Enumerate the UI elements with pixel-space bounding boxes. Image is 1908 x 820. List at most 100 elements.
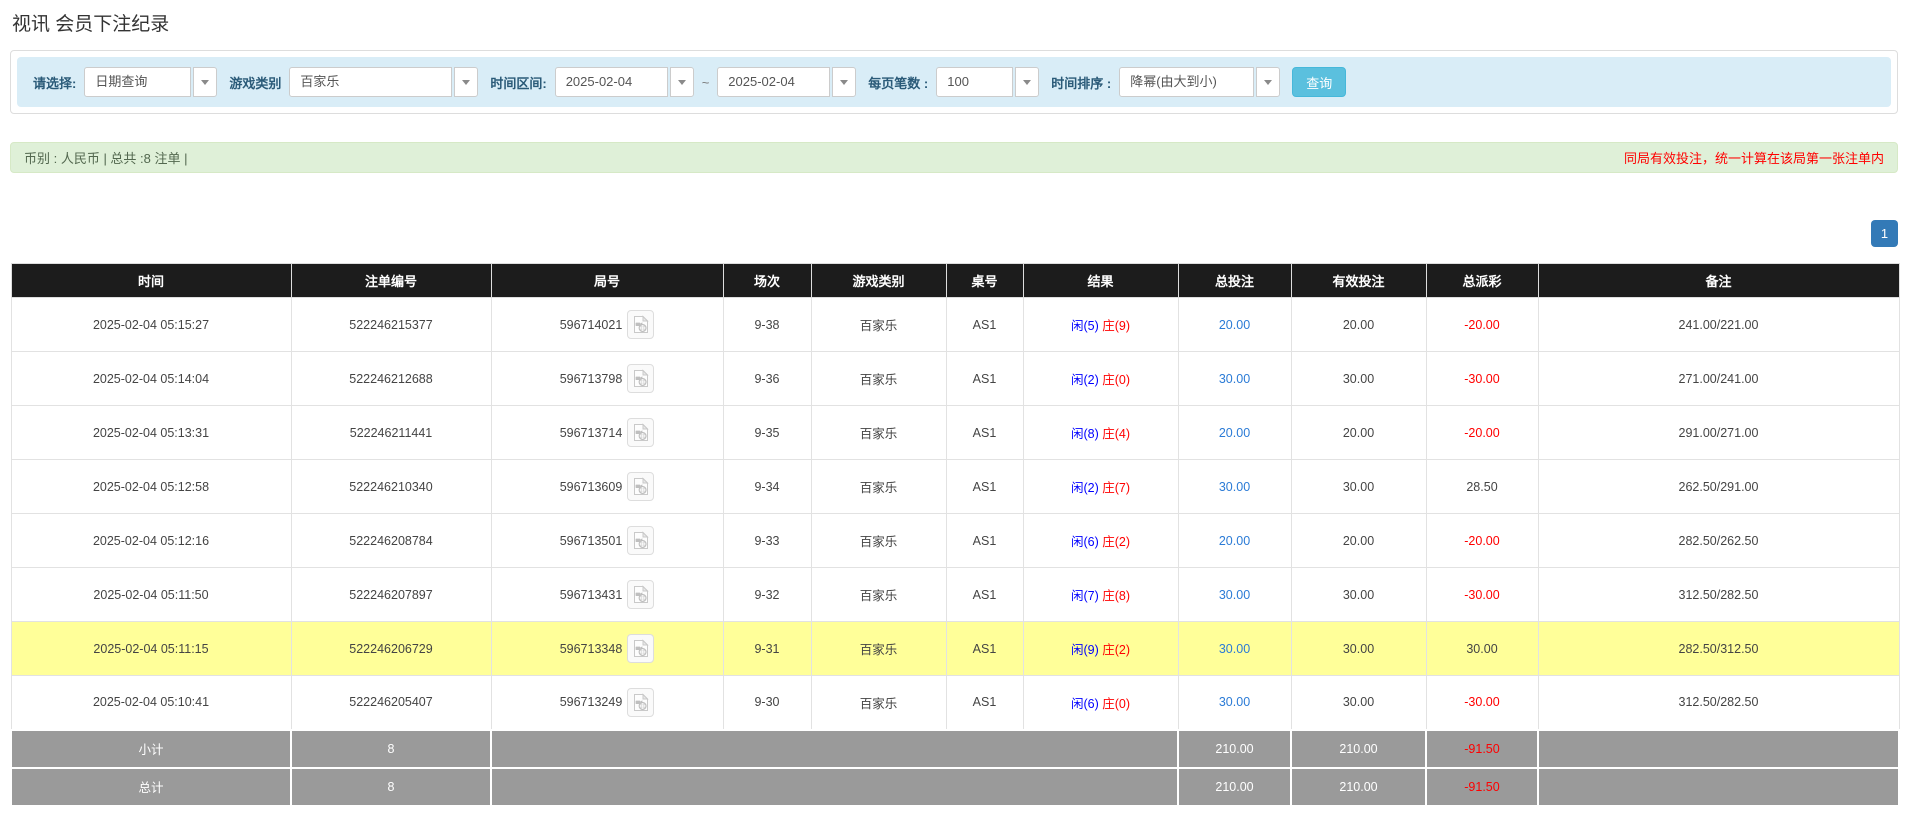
cell-total-bet[interactable]: 20.00 <box>1178 298 1291 352</box>
cell-result: 闲(7) 庄(8) <box>1023 568 1178 622</box>
table-row: 2025-02-04 05:12:58522246210340596713609… <box>11 460 1899 514</box>
time-range-label: 时间区间: <box>490 73 546 92</box>
cell-remark: 271.00/241.00 <box>1538 352 1899 406</box>
video-icon-button[interactable] <box>627 472 654 501</box>
header-total-bet: 总投注 <box>1178 264 1291 298</box>
table-row: 2025-02-04 05:11:50522246207897596713431… <box>11 568 1899 622</box>
cell-result: 闲(2) 庄(0) <box>1023 352 1178 406</box>
video-icon-button[interactable] <box>627 364 654 393</box>
chevron-down-icon[interactable] <box>1256 67 1280 97</box>
video-icon-button[interactable] <box>627 310 654 339</box>
table-row: 2025-02-04 05:14:04522246212688596713798… <box>11 352 1899 406</box>
cell-result: 闲(8) 庄(4) <box>1023 406 1178 460</box>
video-icon-button[interactable] <box>627 580 654 609</box>
cell-valid-bet: 30.00 <box>1291 568 1426 622</box>
cell-session: 9-30 <box>723 676 811 730</box>
date-from-select[interactable]: 2025-02-04 <box>555 67 694 97</box>
page-size-label: 每页笔数 : <box>868 73 928 92</box>
chevron-down-icon[interactable] <box>454 67 478 97</box>
date-to-select[interactable]: 2025-02-04 <box>717 67 856 97</box>
game-type-value[interactable]: 百家乐 <box>289 67 452 97</box>
query-type-select[interactable]: 日期查询 <box>84 67 217 97</box>
result-player: 闲(6) <box>1071 697 1099 711</box>
cell-valid-bet: 30.00 <box>1291 622 1426 676</box>
result-banker: 庄(2) <box>1102 535 1130 549</box>
video-file-icon <box>633 531 649 550</box>
result-player: 闲(5) <box>1071 319 1099 333</box>
header-time: 时间 <box>11 264 291 298</box>
cell-result: 闲(5) 庄(9) <box>1023 298 1178 352</box>
video-icon-button[interactable] <box>627 634 654 663</box>
cell-game-type: 百家乐 <box>811 676 946 730</box>
video-icon-button[interactable] <box>627 526 654 555</box>
cell-remark: 291.00/271.00 <box>1538 406 1899 460</box>
query-type-value[interactable]: 日期查询 <box>84 67 191 97</box>
cell-bet-id: 522246215377 <box>291 298 491 352</box>
cell-payout: -20.00 <box>1426 514 1538 568</box>
video-file-icon <box>633 369 649 388</box>
result-banker: 庄(0) <box>1102 697 1130 711</box>
total-payout: -91.50 <box>1426 768 1538 806</box>
cell-total-bet[interactable]: 30.00 <box>1178 352 1291 406</box>
header-remark: 备注 <box>1538 264 1899 298</box>
sort-order-value[interactable]: 降幂(由大到小) <box>1119 67 1254 97</box>
date-to-value[interactable]: 2025-02-04 <box>717 67 830 97</box>
game-type-select[interactable]: 百家乐 <box>289 67 478 97</box>
video-icon-button[interactable] <box>627 418 654 447</box>
pagination-page-1[interactable]: 1 <box>1871 220 1898 247</box>
cell-session: 9-36 <box>723 352 811 406</box>
cell-payout: -30.00 <box>1426 352 1538 406</box>
page-title: 视讯 会员下注纪录 <box>12 9 1898 36</box>
cell-table-no: AS1 <box>946 406 1023 460</box>
cell-game-type: 百家乐 <box>811 352 946 406</box>
cell-payout: 30.00 <box>1426 622 1538 676</box>
round-number: 596713501 <box>560 534 623 548</box>
cell-total-bet[interactable]: 20.00 <box>1178 514 1291 568</box>
cell-time: 2025-02-04 05:11:50 <box>11 568 291 622</box>
cell-result: 闲(9) 庄(2) <box>1023 622 1178 676</box>
round-number: 596713431 <box>560 588 623 602</box>
header-payout: 总派彩 <box>1426 264 1538 298</box>
cell-valid-bet: 30.00 <box>1291 460 1426 514</box>
search-button[interactable]: 查询 <box>1292 67 1346 97</box>
cell-bet-id: 522246208784 <box>291 514 491 568</box>
cell-session: 9-33 <box>723 514 811 568</box>
result-banker: 庄(8) <box>1102 589 1130 603</box>
sort-order-select[interactable]: 降幂(由大到小) <box>1119 67 1280 97</box>
cell-result: 闲(6) 庄(0) <box>1023 676 1178 730</box>
video-icon-button[interactable] <box>627 688 654 717</box>
cell-bet-id: 522246211441 <box>291 406 491 460</box>
cell-total-bet[interactable]: 20.00 <box>1178 406 1291 460</box>
page-size-select[interactable]: 100 <box>936 67 1039 97</box>
cell-total-bet[interactable]: 30.00 <box>1178 568 1291 622</box>
cell-total-bet[interactable]: 30.00 <box>1178 460 1291 514</box>
chevron-down-icon[interactable] <box>193 67 217 97</box>
cell-total-bet[interactable]: 30.00 <box>1178 622 1291 676</box>
cell-remark: 262.50/291.00 <box>1538 460 1899 514</box>
game-type-label: 游戏类别 <box>229 73 281 92</box>
result-player: 闲(2) <box>1071 481 1099 495</box>
video-file-icon <box>633 693 649 712</box>
round-number: 596713348 <box>560 642 623 656</box>
header-session: 场次 <box>723 264 811 298</box>
cell-table-no: AS1 <box>946 352 1023 406</box>
cell-time: 2025-02-04 05:12:58 <box>11 460 291 514</box>
total-valid-bet: 210.00 <box>1291 768 1426 806</box>
page-size-value[interactable]: 100 <box>936 67 1013 97</box>
cell-valid-bet: 30.00 <box>1291 676 1426 730</box>
result-banker: 庄(7) <box>1102 481 1130 495</box>
chevron-down-icon[interactable] <box>832 67 856 97</box>
chevron-down-icon[interactable] <box>1015 67 1039 97</box>
round-number: 596713609 <box>560 480 623 494</box>
result-player: 闲(8) <box>1071 427 1099 441</box>
cell-session: 9-38 <box>723 298 811 352</box>
table-row: 2025-02-04 05:12:16522246208784596713501… <box>11 514 1899 568</box>
cell-total-bet[interactable]: 30.00 <box>1178 676 1291 730</box>
cell-result: 闲(6) 庄(2) <box>1023 514 1178 568</box>
chevron-down-icon[interactable] <box>670 67 694 97</box>
cell-valid-bet: 20.00 <box>1291 406 1426 460</box>
cell-time: 2025-02-04 05:11:15 <box>11 622 291 676</box>
subtotal-valid-bet: 210.00 <box>1291 730 1426 768</box>
date-from-value[interactable]: 2025-02-04 <box>555 67 668 97</box>
cell-bet-id: 522246206729 <box>291 622 491 676</box>
